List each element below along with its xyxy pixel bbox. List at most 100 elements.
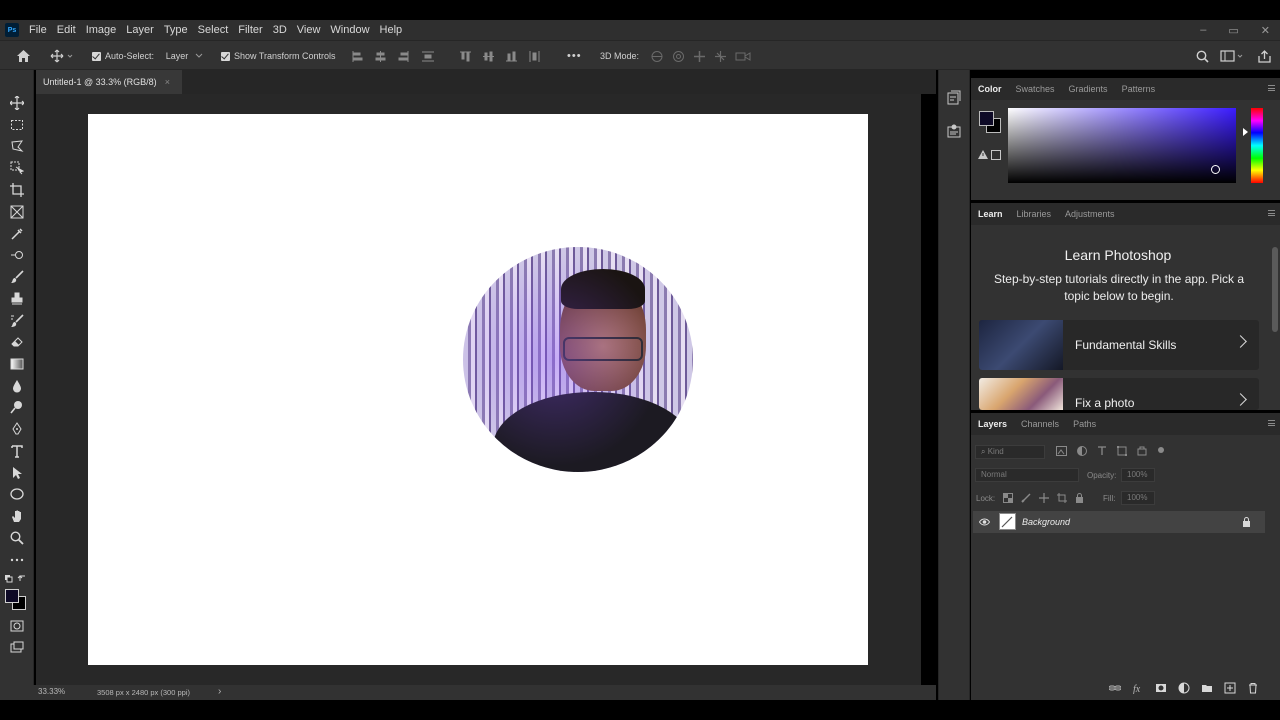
hue-slider[interactable] — [1251, 108, 1263, 183]
screen-mode-icon[interactable] — [7, 639, 27, 657]
filter-toggle-icon[interactable] — [1157, 446, 1165, 454]
tab-swatches[interactable]: Swatches — [1016, 84, 1055, 94]
menu-image[interactable]: Image — [86, 24, 117, 36]
brush-tool-icon[interactable] — [7, 268, 27, 286]
lock-all-icon[interactable] — [1075, 493, 1084, 503]
align-top-edges-icon[interactable] — [460, 51, 471, 62]
status-bar-arrow[interactable]: › — [218, 686, 221, 697]
search-icon[interactable] — [1196, 41, 1209, 71]
properties-panel-icon[interactable] — [946, 123, 962, 139]
history-brush-tool-icon[interactable] — [7, 312, 27, 330]
shape-layer-filter-icon[interactable] — [1117, 446, 1127, 456]
menu-file[interactable]: File — [29, 24, 47, 36]
type-tool-icon[interactable] — [7, 442, 27, 460]
panel-menu-icon[interactable] — [1268, 85, 1275, 91]
color-panel-foreground-swatch[interactable] — [979, 111, 994, 126]
spot-healing-brush-icon[interactable] — [7, 246, 27, 264]
gradient-tool-icon[interactable] — [7, 355, 27, 373]
align-horizontal-centers-icon[interactable] — [375, 50, 386, 62]
delete-layer-trash-icon[interactable] — [1247, 682, 1259, 694]
panel-menu-icon[interactable] — [1268, 420, 1275, 426]
zoom-tool-icon[interactable] — [7, 529, 27, 547]
lock-position-icon[interactable] — [1039, 493, 1049, 503]
panel-menu-icon[interactable] — [1268, 210, 1275, 216]
foreground-color-swatch[interactable] — [5, 589, 19, 603]
maximize-button[interactable]: ▭ — [1228, 24, 1238, 37]
move-tool-preset-icon[interactable] — [50, 41, 74, 71]
layer-style-fx-icon[interactable]: fx — [1132, 682, 1144, 694]
type-layer-filter-icon[interactable] — [1097, 446, 1107, 456]
share-icon[interactable] — [1258, 41, 1271, 71]
align-bottom-edges-icon[interactable] — [506, 51, 517, 62]
default-colors-icon[interactable] — [3, 570, 29, 588]
tutorial-card-fundamental-skills[interactable]: Fundamental Skills — [979, 320, 1259, 370]
lasso-tool-icon[interactable] — [7, 137, 27, 155]
menu-type[interactable]: Type — [164, 24, 188, 36]
quick-mask-icon[interactable] — [7, 617, 27, 635]
pen-tool-icon[interactable] — [7, 420, 27, 438]
move-tool-icon[interactable] — [7, 94, 27, 112]
lock-image-pixels-icon[interactable] — [1021, 493, 1031, 503]
learn-panel-scrollbar[interactable] — [1272, 237, 1278, 407]
opacity-input[interactable]: 100% — [1121, 468, 1155, 482]
workspace-icon[interactable] — [1220, 41, 1244, 71]
scale-3d-icon[interactable] — [735, 50, 751, 63]
new-layer-icon[interactable] — [1224, 682, 1236, 694]
link-layers-icon[interactable] — [1109, 682, 1121, 694]
scrollbar-thumb[interactable] — [1272, 247, 1278, 332]
tab-color[interactable]: Color — [978, 84, 1002, 94]
home-icon[interactable] — [16, 41, 31, 71]
roll-3d-icon[interactable] — [672, 50, 685, 63]
tab-patterns[interactable]: Patterns — [1122, 84, 1156, 94]
close-window-button[interactable]: ✕ — [1261, 24, 1270, 37]
slide-3d-icon[interactable] — [714, 50, 727, 63]
frame-tool-icon[interactable] — [7, 203, 27, 221]
more-tools-icon[interactable] — [7, 551, 27, 569]
lock-artboard-icon[interactable] — [1057, 493, 1067, 503]
pixel-layer-filter-icon[interactable] — [1056, 446, 1067, 456]
layer-filter-dropdown[interactable]: ⌕ Kind — [975, 445, 1045, 459]
distribute-vertical-icon[interactable] — [529, 50, 540, 63]
rectangular-marquee-tool-icon[interactable] — [7, 116, 27, 134]
tutorial-card-fix-a-photo[interactable]: Fix a photo — [979, 378, 1259, 410]
tab-libraries[interactable]: Libraries — [1017, 209, 1052, 219]
fill-input[interactable]: 100% — [1121, 491, 1155, 505]
blur-tool-icon[interactable] — [7, 377, 27, 395]
saturation-brightness-field[interactable] — [1008, 108, 1236, 183]
dodge-tool-icon[interactable] — [7, 398, 27, 416]
menu-layer[interactable]: Layer — [126, 24, 154, 36]
smart-object-filter-icon[interactable] — [1137, 446, 1147, 456]
ellipse-tool-icon[interactable] — [7, 485, 27, 503]
align-right-edges-icon[interactable] — [398, 50, 409, 62]
clone-stamp-tool-icon[interactable] — [7, 290, 27, 308]
show-transform-controls-checkbox[interactable]: Show Transform Controls — [221, 41, 336, 71]
new-adjustment-layer-icon[interactable] — [1178, 682, 1190, 694]
color-picker-handle[interactable] — [1211, 165, 1220, 174]
tab-adjustments[interactable]: Adjustments — [1065, 209, 1115, 219]
history-panel-icon[interactable] — [946, 90, 962, 106]
more-options-button[interactable]: ••• — [567, 41, 582, 71]
layer-row-background[interactable]: Background — [973, 511, 1265, 533]
auto-select-target-dropdown[interactable]: Layer — [162, 41, 207, 71]
menu-window[interactable]: Window — [330, 24, 369, 36]
path-selection-tool-icon[interactable] — [7, 464, 27, 482]
pan-3d-icon[interactable] — [693, 50, 706, 63]
close-document-button[interactable]: × — [165, 77, 170, 87]
eyedropper-tool-icon[interactable] — [7, 225, 27, 243]
out-of-gamut-warning-icon[interactable] — [978, 150, 988, 159]
tab-channels[interactable]: Channels — [1021, 419, 1059, 429]
tab-gradients[interactable]: Gradients — [1069, 84, 1108, 94]
hand-tool-icon[interactable] — [7, 507, 27, 525]
menu-help[interactable]: Help — [380, 24, 403, 36]
minimize-button[interactable]: – — [1200, 24, 1206, 36]
blend-mode-dropdown[interactable]: Normal — [975, 468, 1079, 482]
web-safe-color-swatch[interactable] — [991, 150, 1001, 160]
tab-learn[interactable]: Learn — [978, 209, 1003, 219]
tab-paths[interactable]: Paths — [1073, 419, 1096, 429]
menu-view[interactable]: View — [297, 24, 321, 36]
document-tab[interactable]: Untitled-1 @ 33.3% (RGB/8) × — [36, 70, 182, 94]
auto-select-checkbox[interactable]: Auto-Select: — [92, 41, 154, 71]
new-group-folder-icon[interactable] — [1201, 682, 1213, 694]
align-left-edges-icon[interactable] — [352, 50, 363, 62]
tab-layers[interactable]: Layers — [978, 419, 1007, 429]
